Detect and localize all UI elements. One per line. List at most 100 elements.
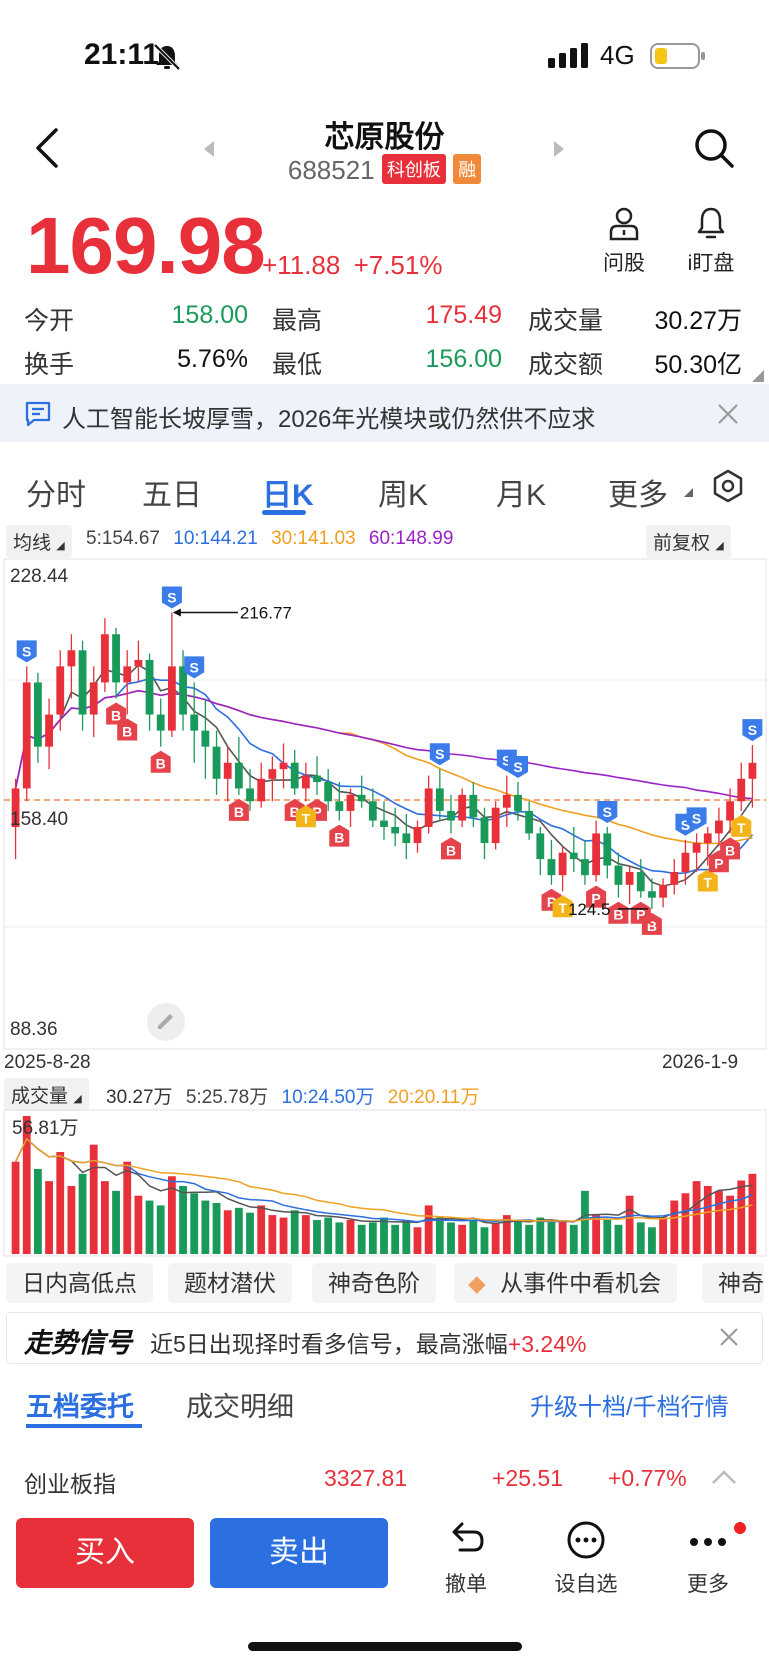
undo-icon[interactable]: [446, 1520, 486, 1560]
tab-five-day[interactable]: 五日: [142, 470, 202, 514]
volume-bar: [514, 1219, 522, 1254]
tab-more[interactable]: 更多: [608, 470, 668, 514]
candle-body: [603, 833, 612, 866]
signal-pct: +3.24%: [507, 1331, 587, 1357]
bell-off-icon: [153, 43, 181, 71]
candle-body: [100, 634, 109, 683]
tab-weekly-k[interactable]: 周K: [378, 470, 428, 514]
volume-max-label: 56.81万: [12, 1118, 79, 1139]
feature-color-scale[interactable]: 神奇色阶: [312, 1263, 436, 1303]
volume-bar: [335, 1222, 344, 1254]
chevron-up-icon[interactable]: [710, 1468, 738, 1486]
volume-bar: [614, 1224, 623, 1254]
x-axis-end-label: 2026-1-9: [662, 1052, 739, 1073]
signal-icon: [548, 43, 588, 68]
volume-bar: [234, 1207, 243, 1254]
candle-body: [201, 730, 210, 747]
tab-underline: [262, 510, 306, 515]
candle-body: [123, 666, 132, 683]
price-change: +11.88 +7.51%: [262, 250, 442, 281]
stock-code-row: 688521 科创板 融: [0, 154, 769, 186]
tab-intraday[interactable]: 分时: [26, 470, 86, 514]
candle-body: [726, 801, 734, 821]
buy-button[interactable]: 买入: [16, 1518, 194, 1588]
candle-body: [636, 871, 645, 892]
upgrade-depth-link[interactable]: 升级十档/千档行情: [530, 1387, 729, 1422]
volume-bar: [659, 1217, 668, 1254]
volume-chart[interactable]: 56.81万: [0, 1108, 769, 1258]
volume-bar: [447, 1222, 455, 1254]
candle-body: [368, 801, 377, 821]
feature-intraday-high-low[interactable]: 日内高低点: [6, 1263, 153, 1303]
ask-stock-button[interactable]: 问股: [596, 206, 652, 277]
tab-monthly-k[interactable]: 月K: [496, 470, 546, 514]
feature-theme-latent[interactable]: 题材潜伏: [168, 1263, 292, 1303]
message-icon: [25, 401, 51, 427]
more-label[interactable]: 更多: [668, 1568, 748, 1598]
volume-bar: [145, 1200, 154, 1254]
draw-tool-button[interactable]: [147, 1003, 185, 1041]
ma-selector[interactable]: 均线 ◢: [6, 525, 72, 558]
signal-text-body: 近5日出现择时看多信号，最高涨幅: [150, 1331, 508, 1357]
kline-frame: [3, 558, 767, 1050]
close-icon[interactable]: [716, 402, 740, 426]
volume-bar: [34, 1168, 42, 1254]
turnover-value: 5.76%: [177, 345, 248, 373]
settings-hexagon-icon[interactable]: [710, 468, 746, 504]
signal-marker-letter: S: [190, 659, 199, 675]
candle-body: [67, 650, 76, 667]
search-icon[interactable]: [692, 126, 736, 170]
signal-marker-s: S: [184, 656, 205, 679]
watch-button[interactable]: i盯盘: [676, 206, 746, 277]
high-label: 最高: [272, 307, 323, 335]
candle-body: [78, 650, 87, 715]
candle-body: [357, 794, 366, 802]
signal-close-icon[interactable]: [718, 1326, 740, 1348]
signal-marker-s: S: [16, 640, 37, 663]
feature-event-chance[interactable]: ◆ 从事件中看机会: [454, 1263, 678, 1303]
add-watch-icon[interactable]: [566, 1520, 606, 1560]
turnover-label: 换手: [24, 351, 75, 379]
candle-body: [234, 762, 243, 789]
adjust-caret-icon: ◢: [715, 540, 724, 552]
signal-marker-letter: S: [603, 804, 612, 820]
volume-bar: [670, 1200, 679, 1254]
board-tag: 科创板: [381, 154, 446, 184]
candle-body: [112, 634, 120, 683]
home-indicator: [248, 1642, 522, 1651]
candle-body: [190, 714, 199, 731]
signal-marker-letter: B: [234, 804, 244, 820]
feature-magic[interactable]: 神奇: [702, 1263, 764, 1303]
network-type: 4G: [600, 40, 635, 70]
candle-body: [179, 666, 187, 715]
signal-marker-t: T: [697, 869, 718, 892]
ma-selector-caret-icon: ◢: [56, 540, 65, 552]
sell-button[interactable]: 卖出: [210, 1518, 388, 1588]
volume-bar: [547, 1222, 556, 1254]
volume-bar: [726, 1195, 734, 1254]
tab-daily-k[interactable]: 日K: [262, 470, 314, 514]
ma60-line: [14, 689, 753, 800]
volume-bar: [558, 1219, 567, 1254]
signal-marker-letter: T: [737, 820, 746, 836]
open-value: 158.00: [171, 301, 248, 329]
volume-bar: [413, 1227, 422, 1254]
tab-trade-details[interactable]: 成交明细: [186, 1385, 294, 1424]
add-watch-label[interactable]: 设自选: [546, 1568, 626, 1598]
volume-ma10: 10:24.50万: [281, 1087, 375, 1108]
ma5-line: [14, 664, 754, 887]
volume-selector[interactable]: 成交量 ◢: [4, 1078, 89, 1111]
revoke-label[interactable]: 撤单: [426, 1568, 506, 1598]
adjust-selector[interactable]: 前复权 ◢: [646, 525, 731, 558]
more-dots-icon[interactable]: [686, 1520, 746, 1560]
tab-order-book[interactable]: 五档委托: [26, 1385, 134, 1424]
signal-marker-letter: S: [748, 722, 757, 738]
signal-marker-letter: B: [334, 830, 344, 846]
volume-bar: [480, 1227, 489, 1254]
expand-corner-icon[interactable]: [752, 370, 764, 382]
news-text[interactable]: 人工智能长坡厚雪，2026年光模块或仍然供不应求: [62, 399, 595, 434]
volume-bar: [737, 1180, 746, 1254]
kline-chart[interactable]: SSSBBBB B PTBSBS SSP TPBBPTPBS STS 228.44 158…: [0, 555, 769, 1055]
ma10-value: 10:144.21: [173, 528, 258, 549]
candle-body: [659, 884, 668, 898]
